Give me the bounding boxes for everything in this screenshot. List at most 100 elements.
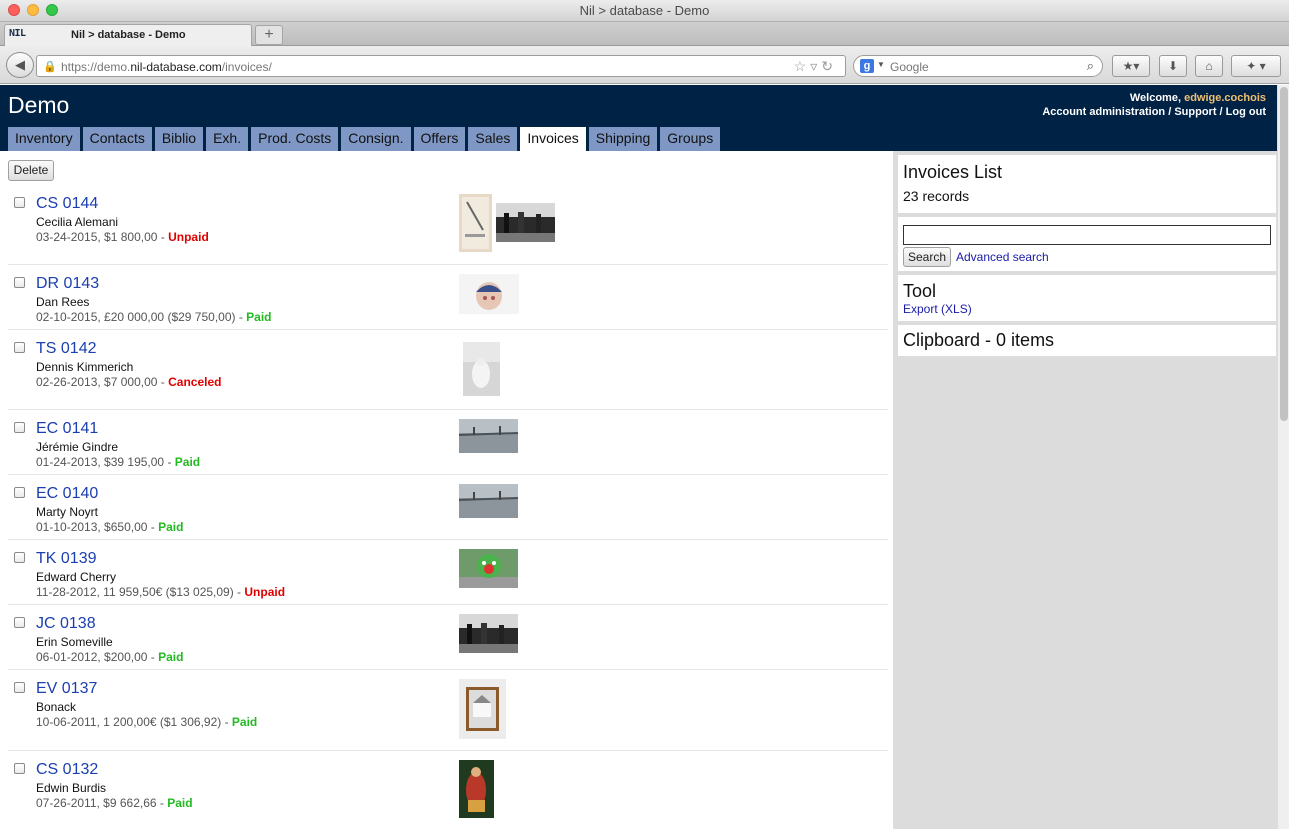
invoice-id-link[interactable]: DR 0143 bbox=[36, 275, 99, 293]
invoice-row: CS 0132 Edwin Burdis 07-26-2011, $9 662,… bbox=[8, 751, 888, 829]
google-icon[interactable]: g bbox=[860, 59, 874, 73]
invoice-client: Dan Rees bbox=[36, 295, 90, 309]
status-badge: Canceled bbox=[168, 375, 222, 389]
tab-offers[interactable]: Offers bbox=[413, 127, 466, 151]
search-engine-bar[interactable]: g ▼ Google ⌕ bbox=[853, 55, 1103, 77]
invoice-checkbox[interactable] bbox=[14, 277, 25, 288]
invoice-checkbox[interactable] bbox=[14, 197, 25, 208]
artwork-thumbnail[interactable] bbox=[463, 342, 500, 396]
artwork-thumbnail[interactable] bbox=[459, 614, 518, 653]
invoice-checkbox[interactable] bbox=[14, 617, 25, 628]
artwork-thumbnail[interactable] bbox=[459, 760, 494, 818]
invoice-checkbox[interactable] bbox=[14, 422, 25, 433]
invoice-id-link[interactable]: TK 0139 bbox=[36, 550, 96, 568]
status-badge: Paid bbox=[174, 455, 201, 469]
tab-prod-costs[interactable]: Prod. Costs bbox=[251, 127, 339, 151]
invoice-id-link[interactable]: TS 0142 bbox=[36, 340, 96, 358]
invoice-client: Cecilia Alemani bbox=[36, 215, 119, 229]
engine-dropdown-icon[interactable]: ▼ bbox=[877, 60, 885, 69]
invoice-checkbox[interactable] bbox=[14, 342, 25, 353]
home-icon: ⌂ bbox=[1205, 59, 1213, 73]
tab-groups[interactable]: Groups bbox=[660, 127, 721, 151]
magnifier-icon[interactable]: ⌕ bbox=[1087, 58, 1094, 74]
search-engine-placeholder: Google bbox=[890, 60, 929, 74]
reload-icon[interactable]: ↻ bbox=[821, 58, 837, 74]
tab-contacts[interactable]: Contacts bbox=[82, 127, 152, 151]
tool-title: Tool bbox=[903, 281, 937, 301]
url-bar-icons: ☆▿↻ bbox=[794, 58, 837, 75]
invoice-row: TK 0139 Edward Cherry 11-28-2012, 11 959… bbox=[8, 540, 888, 605]
history-dropdown-icon[interactable]: ▿ bbox=[810, 58, 821, 74]
browser-tabstrip: NIL Nil > database - Demo + bbox=[0, 22, 1289, 46]
invoice-client: Jérémie Gindre bbox=[36, 440, 119, 454]
status-badge: Paid bbox=[246, 310, 272, 324]
invoice-id-link[interactable]: JC 0138 bbox=[36, 615, 96, 633]
invoice-id-link[interactable]: EV 0137 bbox=[36, 680, 97, 698]
artwork-thumbnail[interactable] bbox=[459, 549, 518, 588]
extensions-button[interactable]: ✦ ▾ bbox=[1231, 55, 1281, 77]
invoice-client: Edwin Burdis bbox=[36, 781, 107, 795]
invoice-list-panel: Delete CS 0144 Cecilia Alemani 03-24-201… bbox=[0, 151, 893, 829]
tool-box: Tool Export (XLS) bbox=[898, 275, 1276, 321]
invoice-id-link[interactable]: CS 0144 bbox=[36, 195, 98, 213]
page-scrollbar[interactable] bbox=[1277, 85, 1289, 829]
invoice-client: Edward Cherry bbox=[36, 570, 117, 584]
back-arrow-icon: ◀ bbox=[15, 57, 25, 72]
invoice-checkbox[interactable] bbox=[14, 763, 25, 774]
tab-shipping[interactable]: Shipping bbox=[588, 127, 658, 151]
tab-inventory[interactable]: Inventory bbox=[8, 127, 80, 151]
artwork-thumbnail[interactable] bbox=[459, 484, 518, 518]
back-button[interactable]: ◀ bbox=[6, 52, 34, 78]
url-bar[interactable]: 🔒 https://demo.nil-database.com/invoices… bbox=[36, 55, 846, 77]
search-button[interactable]: Search bbox=[903, 247, 951, 267]
welcome-area: Welcome, edwige.cochois Account administ… bbox=[1042, 92, 1266, 118]
invoices-list-title: Invoices List bbox=[903, 162, 1003, 182]
bookmarks-button[interactable]: ★▾ bbox=[1112, 55, 1150, 77]
invoice-client: Bonack bbox=[36, 700, 77, 714]
delete-button[interactable]: Delete bbox=[8, 160, 54, 181]
scrollbar-thumb[interactable] bbox=[1280, 87, 1288, 421]
browser-navbar: ◀ 🔒 https://demo.nil-database.com/invoic… bbox=[0, 46, 1289, 84]
clipboard-box: Clipboard - 0 items bbox=[898, 325, 1276, 356]
search-input[interactable] bbox=[903, 225, 1271, 245]
invoice-row: EV 0137 Bonack 10-06-2011, 1 200,00€ ($1… bbox=[8, 670, 888, 751]
invoice-id-link[interactable]: EC 0140 bbox=[36, 485, 98, 503]
invoice-checkbox[interactable] bbox=[14, 552, 25, 563]
download-arrow-icon: ⬇ bbox=[1167, 59, 1179, 73]
account-admin-link[interactable]: Account administration bbox=[1042, 106, 1165, 118]
main-nav-tabs: Inventory Contacts Biblio Exh. Prod. Cos… bbox=[8, 127, 721, 151]
invoice-details: 02-26-2013, $7 000,00 - Canceled bbox=[36, 375, 222, 389]
invoice-details: 02-10-2015, £20 000,00 ($29 750,00) - Pa… bbox=[36, 310, 272, 324]
invoice-id-link[interactable]: CS 0132 bbox=[36, 761, 98, 779]
artwork-thumbnail[interactable] bbox=[459, 274, 519, 314]
logout-link[interactable]: Log out bbox=[1226, 106, 1266, 118]
artwork-thumbnail[interactable] bbox=[459, 419, 518, 453]
tab-sales[interactable]: Sales bbox=[468, 127, 518, 151]
invoice-details: 11-28-2012, 11 959,50€ ($13 025,09) - Un… bbox=[36, 585, 286, 599]
artwork-thumbnail[interactable] bbox=[459, 194, 492, 252]
home-button[interactable]: ⌂ bbox=[1195, 55, 1223, 77]
url-text: https://demo.nil-database.com/invoices/ bbox=[61, 60, 272, 74]
search-box: Search Advanced search bbox=[898, 217, 1276, 271]
invoice-checkbox[interactable] bbox=[14, 487, 25, 498]
tab-consignments[interactable]: Consign. bbox=[341, 127, 411, 151]
downloads-button[interactable]: ⬇ bbox=[1159, 55, 1187, 77]
status-badge: Paid bbox=[158, 520, 184, 534]
tab-exhibitions[interactable]: Exh. bbox=[206, 127, 249, 151]
support-link[interactable]: Support bbox=[1174, 106, 1216, 118]
advanced-search-link[interactable]: Advanced search bbox=[956, 250, 1049, 264]
app-title: Demo bbox=[8, 92, 70, 118]
artwork-thumbnail[interactable] bbox=[496, 203, 555, 242]
invoice-details: 06-01-2012, $200,00 - Paid bbox=[36, 650, 184, 664]
browser-tab[interactable]: NIL Nil > database - Demo bbox=[4, 24, 252, 46]
bookmark-star-icon[interactable]: ☆ bbox=[794, 58, 811, 74]
invoice-checkbox[interactable] bbox=[14, 682, 25, 693]
invoice-client: Erin Someville bbox=[36, 635, 113, 649]
export-xls-link[interactable]: Export (XLS) bbox=[903, 302, 972, 316]
username-link[interactable]: edwige.cochois bbox=[1184, 92, 1266, 104]
tab-biblio[interactable]: Biblio bbox=[154, 127, 204, 151]
artwork-thumbnail[interactable] bbox=[459, 679, 506, 739]
new-tab-button[interactable]: + bbox=[255, 25, 283, 45]
tab-invoices[interactable]: Invoices bbox=[520, 127, 586, 151]
invoice-id-link[interactable]: EC 0141 bbox=[36, 420, 98, 438]
